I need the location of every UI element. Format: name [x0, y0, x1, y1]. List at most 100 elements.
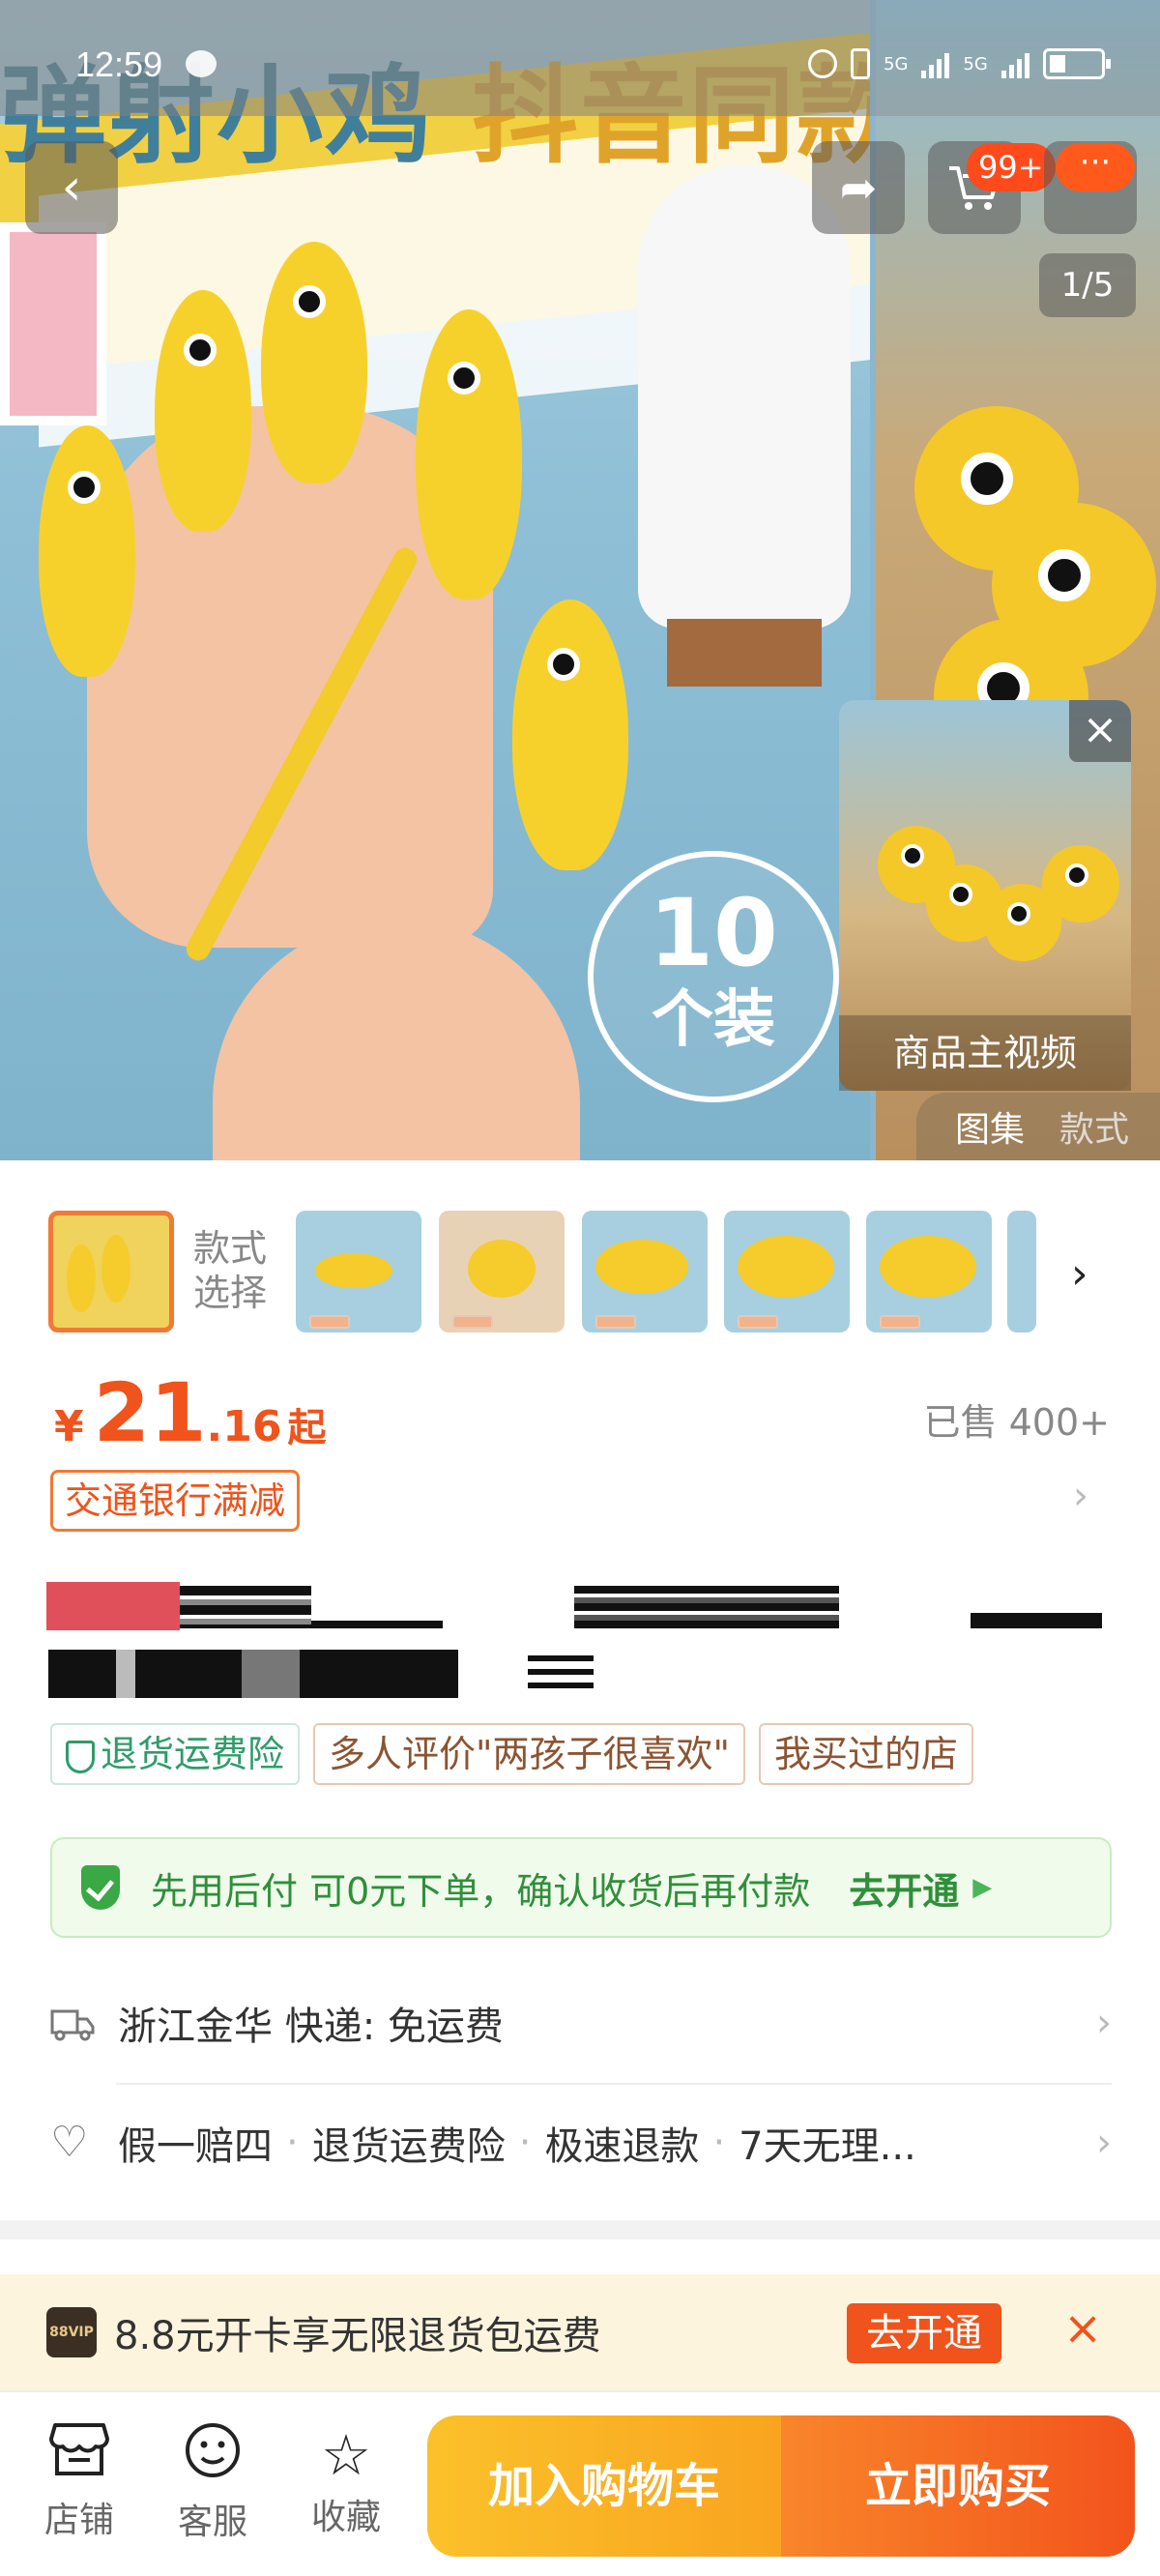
signal-icon: [921, 49, 950, 78]
section-separator: [0, 2220, 1160, 2239]
pay-later-banner[interactable]: 先用后付 可0元下单，确认收货后再付款 去开通 ▶: [50, 1837, 1112, 1938]
add-to-cart-button[interactable]: 加入购物车: [427, 2415, 781, 2557]
redaction-bar: [574, 1586, 839, 1628]
back-button[interactable]: ‹: [25, 141, 118, 234]
image-counter: 1/5: [1039, 253, 1136, 317]
shield-icon: [81, 1865, 120, 1910]
media-tabs: 图集 款式: [916, 1093, 1160, 1160]
chick-toy: [416, 309, 522, 600]
guarantee-item: 极速退款: [544, 2124, 700, 2169]
variant-thumb[interactable]: [866, 1211, 992, 1332]
cart-count-badge: 99+: [967, 143, 1056, 191]
tag-review-highlight[interactable]: 多人评价"两孩子很喜欢": [313, 1723, 745, 1785]
price-currency: ¥: [54, 1402, 84, 1451]
share-button[interactable]: ➦: [812, 141, 905, 234]
shipping-row[interactable]: 浙江金华 快递: 免运费 ›: [50, 1965, 1112, 2081]
variant-thumb-label: [309, 1315, 350, 1329]
chevron-right-icon[interactable]: ›: [1073, 1474, 1088, 1518]
vip-text: 8.8元开卡享无限退货包运费: [114, 2314, 601, 2358]
buy-now-button[interactable]: 立即购买: [781, 2415, 1135, 2557]
variant-thumb[interactable]: [296, 1211, 421, 1332]
store-label: 店铺: [44, 2501, 114, 2540]
close-icon: ×: [1082, 705, 1118, 754]
favorite-label: 收藏: [310, 2498, 381, 2537]
favorite-button[interactable]: ☆ 收藏: [288, 2421, 404, 2539]
store-icon: [21, 2421, 137, 2492]
variant-thumb-label: [738, 1315, 778, 1329]
pay-later-cta[interactable]: 去开通: [849, 1861, 959, 1915]
chick-toy: [1042, 845, 1119, 922]
variant-thumb[interactable]: [582, 1211, 708, 1332]
chevron-right-icon: ›: [1096, 2121, 1112, 2165]
chevron-right-icon: ›: [1096, 2001, 1112, 2045]
redaction-bar: [311, 1621, 443, 1628]
separator-dot: ·: [286, 2121, 299, 2165]
redaction-bar: [180, 1586, 311, 1628]
price-decimal: .16: [206, 1402, 282, 1451]
customer-service-label: 客服: [177, 2503, 247, 2542]
variant-thumb-label: [595, 1315, 636, 1329]
pack-count-number: 10: [649, 879, 778, 987]
tag-return-insurance[interactable]: 退货运费险: [50, 1723, 301, 1785]
variant-thumb[interactable]: [1007, 1211, 1036, 1332]
separator-dot: ·: [518, 2121, 532, 2165]
shipping-text: 浙江金华 快递: 免运费: [118, 2005, 504, 2049]
variant-thumb[interactable]: [724, 1211, 850, 1332]
close-icon[interactable]: ×: [1063, 2301, 1102, 2356]
variant-thumb[interactable]: [439, 1211, 565, 1332]
battery-icon: [1042, 48, 1111, 79]
pay-later-text: 先用后付 可0元下单，确认收货后再付款: [151, 1869, 811, 1913]
feature-tags: 退货运费险 多人评价"两孩子很喜欢" 我买过的店: [50, 1723, 973, 1785]
redaction-bar: [48, 1650, 458, 1698]
hero-main-image[interactable]: 弹射小鸡 抖音同款 10 个装: [0, 0, 870, 1160]
floating-video-label[interactable]: 商品主视频: [839, 1015, 1131, 1091]
system-status-icons: 5G 5G: [808, 44, 1111, 83]
star-icon: ☆: [321, 2422, 371, 2488]
play-triangle-icon: ▶: [972, 1873, 993, 1902]
guarantee-item: 假一赔四: [118, 2124, 273, 2169]
customer-service-button[interactable]: 客服: [155, 2421, 271, 2544]
pack-count-badge: 10 个装: [588, 851, 839, 1102]
chick-toy: [315, 1253, 392, 1288]
customer-service-icon: [155, 2421, 271, 2494]
redaction-bar: [528, 1655, 594, 1661]
chevron-right-icon[interactable]: ›: [1071, 1249, 1088, 1299]
tag-label: 退货运费险: [101, 1733, 285, 1775]
vip-banner[interactable]: 88VIP 8.8元开卡享无限退货包运费 去开通 ×: [0, 2274, 1160, 2390]
chick-toy: [512, 600, 628, 870]
store-button[interactable]: 店铺: [21, 2421, 137, 2542]
signal-icon: [1000, 49, 1030, 78]
astronaut-figure: [638, 164, 851, 629]
tab-gallery[interactable]: 图集: [955, 1101, 1025, 1152]
redaction-bar: [528, 1683, 594, 1688]
more-menu-badge[interactable]: ···: [1056, 143, 1135, 191]
guarantee-item: 退货运费险: [311, 2124, 506, 2169]
wechat-notification-icon: [186, 50, 217, 77]
chick-toy: [468, 1240, 536, 1298]
redaction-bar: [528, 1669, 594, 1675]
chick-toy: [67, 1244, 96, 1312]
chevron-left-icon: ‹: [61, 159, 82, 217]
vip-logo: 88VIP: [46, 2307, 97, 2357]
close-video-button[interactable]: ×: [1069, 700, 1131, 762]
promo-badge[interactable]: 交通银行满减: [50, 1470, 301, 1532]
alarm-icon: [808, 49, 837, 78]
share-icon: ➦: [839, 161, 878, 214]
second-hand-illustration: [213, 919, 580, 1160]
vip-open-button[interactable]: 去开通: [847, 2303, 1001, 2363]
tag-bought-before[interactable]: 我买过的店: [758, 1723, 973, 1785]
network-label-1: 5G: [884, 53, 909, 74]
variant-selector: 款式 选择 ›: [0, 1207, 1160, 1336]
price-suffix: 起: [287, 1406, 327, 1450]
tab-styles[interactable]: 款式: [1059, 1101, 1129, 1152]
variant-label-line1: 款式: [193, 1227, 268, 1270]
pack-count-unit: 个装: [652, 984, 775, 1056]
variant-label-line2: 选择: [193, 1272, 268, 1314]
separator-dot: ·: [712, 2121, 726, 2165]
chick-toy: [102, 1235, 130, 1303]
network-label-2: 5G: [963, 53, 988, 74]
price: ¥21.16 起: [54, 1365, 326, 1460]
redaction-bar: [46, 1582, 180, 1630]
variant-thumb-selected[interactable]: [48, 1211, 174, 1332]
guarantees-row[interactable]: ♡ 假一赔四 · 退货运费险 · 极速退款 · 7天无理... ›: [50, 2085, 1112, 2201]
